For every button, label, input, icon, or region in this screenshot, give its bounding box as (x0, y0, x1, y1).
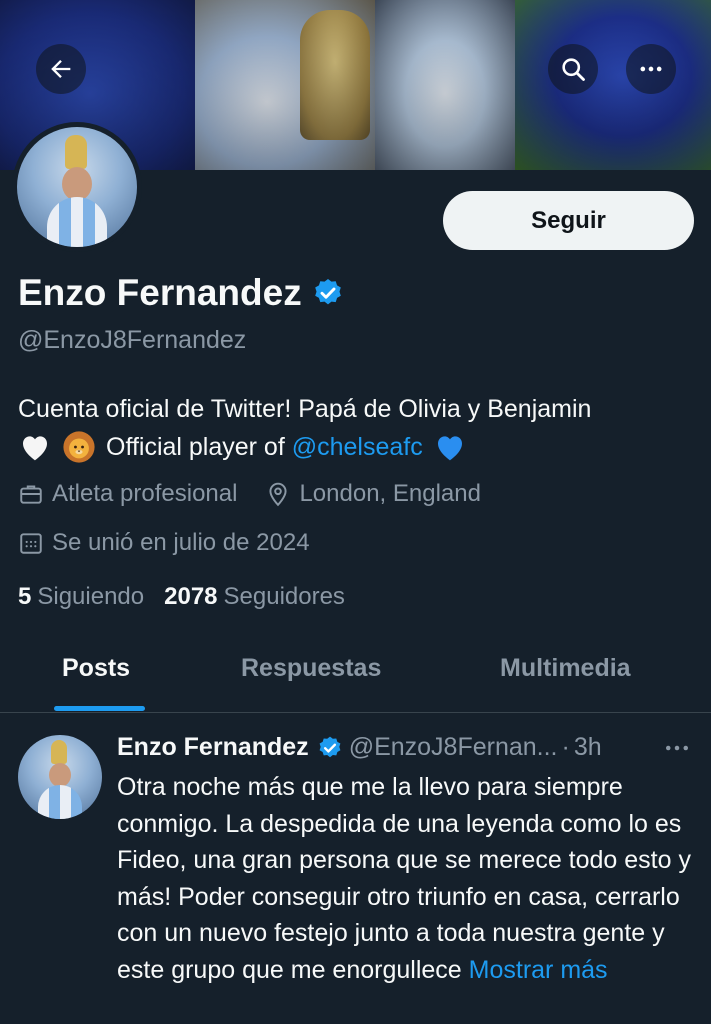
bio-line-1: Cuenta oficial de Twitter! Papá de Olivi… (18, 395, 592, 423)
post-text: Otra noche más que me la llevo para siem… (117, 769, 707, 988)
joined-item: Se unió en julio de 2024 (18, 529, 310, 557)
more-options-button[interactable] (626, 44, 676, 94)
post-separator: · (561, 733, 570, 761)
name-row: Enzo Fernandez (18, 272, 344, 314)
active-tab-indicator (54, 706, 145, 711)
search-icon (562, 58, 585, 81)
category-text: Atleta profesional (52, 480, 238, 507)
post-avatar[interactable] (18, 735, 102, 819)
tab-respuestas[interactable]: Respuestas (241, 654, 381, 683)
profile-meta-row-2: Se unió en julio de 2024 (18, 529, 338, 557)
verified-icon[interactable] (312, 277, 344, 309)
briefcase-icon (20, 485, 42, 504)
avatar-head (62, 167, 92, 201)
followers-label: Seguidores (223, 583, 345, 610)
profile-bio: Cuenta oficial de Twitter! Papá de Olivi… (18, 390, 698, 466)
following-label: Siguiendo (37, 583, 145, 610)
show-more-link[interactable]: Mostrar más (469, 956, 608, 984)
post-avatar-trophy (51, 740, 67, 764)
back-arrow-icon (51, 60, 71, 78)
back-button[interactable] (36, 44, 86, 94)
more-horizontal-icon[interactable] (660, 733, 694, 763)
blue-heart-icon (433, 430, 467, 464)
tab-posts[interactable]: Posts (62, 654, 130, 683)
search-button[interactable] (548, 44, 598, 94)
followers-link[interactable]: 2078 Seguidores (164, 583, 345, 611)
following-count: 5 (18, 583, 32, 610)
profile-avatar-frame[interactable] (12, 122, 142, 252)
category-item: Atleta profesional (18, 480, 237, 508)
avatar (17, 127, 137, 247)
verified-icon (319, 736, 341, 757)
display-name: Enzo Fernandez (18, 272, 302, 313)
profile-meta-row-1: Atleta profesional London, England (18, 480, 509, 508)
bio-line-2-text: Official player of (106, 433, 285, 461)
calendar-icon (20, 533, 42, 554)
more-icon (640, 66, 662, 72)
post-author-handle[interactable]: @EnzoJ8Fernan... (349, 733, 558, 762)
post-avatar-head (49, 763, 71, 787)
avatar-jersey (47, 197, 107, 247)
profile-stats: 5 Siguiendo 2078 Seguidores (18, 583, 365, 611)
post-timestamp[interactable]: 3h (574, 733, 602, 762)
follow-button[interactable]: Seguir (443, 191, 694, 250)
post-header: Enzo Fernandez @EnzoJ8Fernan... · 3h (117, 733, 602, 762)
joined-text: Se unió en julio de 2024 (52, 529, 310, 556)
lion-face-icon (62, 430, 96, 464)
following-link[interactable]: 5 Siguiendo (18, 583, 144, 611)
post-avatar-jersey (38, 785, 82, 819)
post-body: Otra noche más que me la llevo para siem… (117, 773, 691, 984)
profile-handle: @EnzoJ8Fernandez (18, 326, 247, 354)
tab-multimedia[interactable]: Multimedia (500, 654, 631, 683)
post-author-name[interactable]: Enzo Fernandez (117, 733, 309, 762)
profile-tabs: Posts Respuestas Multimedia (0, 640, 711, 713)
bio-link-chelsea[interactable]: @chelseafc (292, 428, 423, 466)
followers-count: 2078 (164, 583, 218, 610)
white-heart-icon (18, 430, 52, 464)
post-item[interactable]: Enzo Fernandez @EnzoJ8Fernan... · 3h Otr… (0, 713, 711, 1024)
avatar-trophy (65, 135, 87, 169)
location-item: London, England (265, 480, 481, 508)
bio-line-2: Official player of @chelseafc (18, 428, 698, 466)
location-text: London, England (299, 480, 481, 507)
location-pin-icon (269, 482, 288, 507)
